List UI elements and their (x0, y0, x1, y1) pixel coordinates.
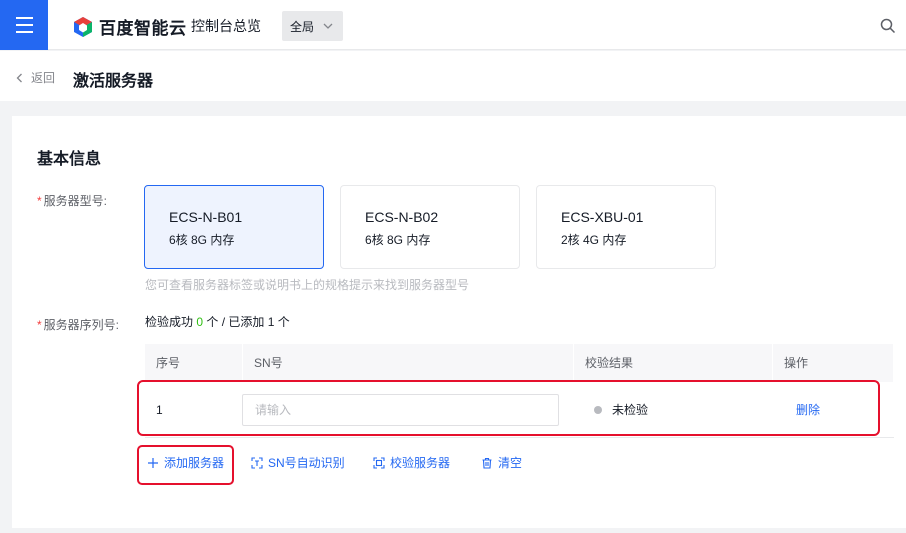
model-name: ECS-N-B01 (169, 209, 243, 225)
model-spec: 6核 8G 内存 (365, 233, 431, 247)
menu-icon[interactable] (0, 0, 48, 50)
plus-icon (148, 457, 158, 468)
model-card-ecs-n-b02[interactable]: ECS-N-B02 6核 8G 内存 (340, 185, 520, 269)
console-overview-link[interactable]: 控制台总览 (191, 16, 261, 36)
model-label-text: 服务器型号: (43, 194, 108, 208)
brand-logo[interactable]: 百度智能云 (73, 14, 187, 39)
search-icon[interactable] (880, 18, 896, 34)
sn-field-label: * 服务器序列号: (37, 316, 119, 333)
brand-name: 百度智能云 (99, 19, 187, 38)
clear-label: 清空 (498, 456, 523, 470)
chevron-left-icon (16, 73, 22, 82)
model-name: ECS-N-B02 (365, 209, 439, 225)
verify-suffix: 个 (277, 315, 290, 329)
back-label: 返回 (31, 71, 56, 85)
required-mark: * (37, 194, 42, 208)
row-highlight-annotation (137, 380, 880, 436)
model-card-ecs-n-b01[interactable]: ECS-N-B01 6核 8G 内存 (144, 185, 324, 269)
header-action: 操作 (773, 344, 894, 382)
chevron-down-icon (323, 23, 333, 29)
add-server-label: 添加服务器 (164, 456, 225, 470)
trash-icon (482, 457, 492, 469)
verify-status: 检验成功 0 个 / 已添加 1 个 (145, 313, 290, 330)
model-card-ecs-xbu-01[interactable]: ECS-XBU-01 2核 4G 内存 (536, 185, 716, 269)
sn-label-text: 服务器序列号: (43, 318, 120, 332)
back-button[interactable]: 返回 (15, 69, 55, 86)
model-name: ECS-XBU-01 (561, 209, 644, 225)
top-bar: 百度智能云 控制台总览 全局 (0, 0, 906, 50)
text-scan-icon (251, 456, 263, 469)
model-spec: 2核 4G 内存 (561, 233, 627, 247)
model-spec: 6核 8G 内存 (169, 233, 235, 247)
sn-auto-detect-label: SN号自动识别 (268, 456, 345, 470)
model-field-label: * 服务器型号: (37, 192, 107, 209)
table-actions: 添加服务器 SN号自动识别 校验服务器 清空 (147, 454, 522, 471)
page-header: 返回 激活服务器 (0, 51, 906, 101)
verify-added-count: 1 (267, 315, 275, 329)
region-select[interactable]: 全局 (282, 11, 343, 41)
section-title: 基本信息 (37, 151, 102, 168)
page-title: 激活服务器 (73, 73, 154, 90)
header-index: 序号 (145, 344, 243, 382)
required-mark: * (37, 318, 42, 332)
scan-verify-icon (373, 456, 385, 469)
clear-button[interactable]: 清空 (481, 454, 522, 471)
verify-prefix: 检验成功 (145, 315, 194, 329)
sn-auto-detect-button[interactable]: SN号自动识别 (251, 454, 373, 471)
add-server-button[interactable]: 添加服务器 (147, 454, 251, 471)
verify-server-button[interactable]: 校验服务器 (373, 454, 481, 471)
model-hint: 您可查看服务器标签或说明书上的规格提示来找到服务器型号 (145, 278, 470, 292)
verify-success-count: 0 (196, 315, 204, 329)
region-value: 全局 (290, 19, 315, 34)
table-header: 序号 SN号 校验结果 操作 (145, 344, 894, 382)
header-result: 校验结果 (574, 344, 773, 382)
verify-middle: 个 / 已添加 (206, 315, 265, 329)
header-sn: SN号 (243, 344, 574, 382)
cloud-logo-icon (74, 16, 92, 37)
verify-server-label: 校验服务器 (390, 456, 451, 470)
